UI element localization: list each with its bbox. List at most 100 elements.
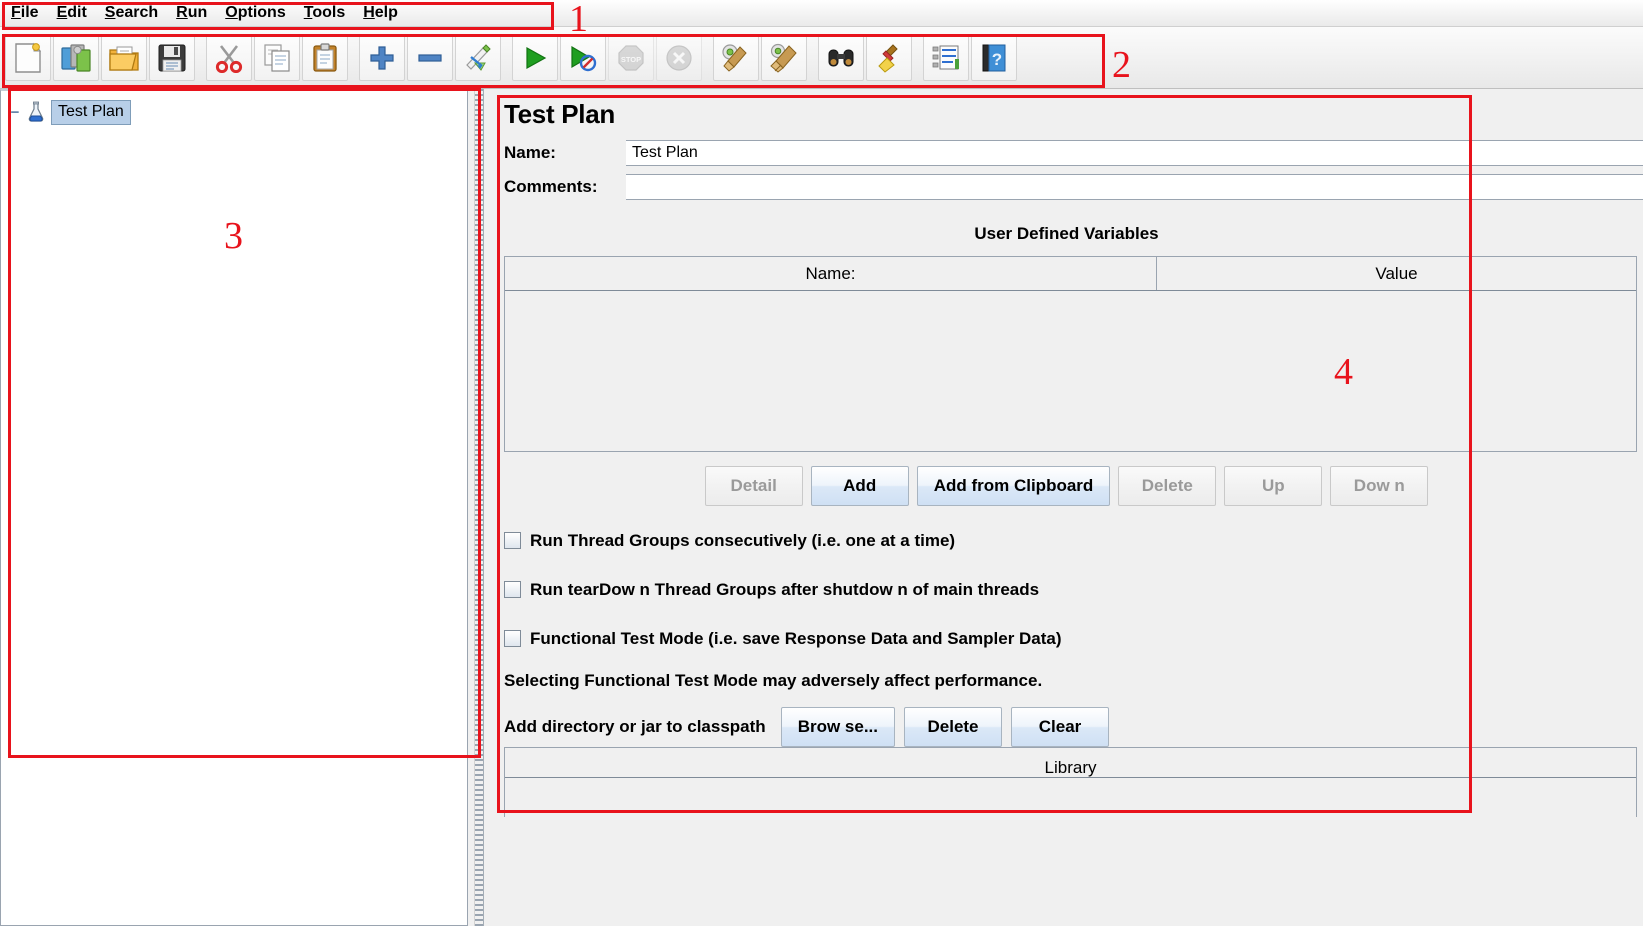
udv-button-row: Detail Add Add from Clipboard Delete Up …	[490, 452, 1643, 516]
menu-mnemonic: F	[11, 4, 21, 21]
clear-broom-icon	[721, 43, 751, 73]
move-up-button: Up	[1224, 466, 1323, 506]
run-teardown-thread-groups-row[interactable]: Run tearDow n Thread Groups after shutdo…	[490, 565, 1643, 614]
comments-field-row: Comments:	[490, 170, 1643, 204]
expand-plus-icon-button[interactable]	[359, 34, 405, 81]
comments-label: Comments:	[504, 177, 598, 196]
menu-label: ools	[312, 4, 346, 21]
column-header-name[interactable]: Name:	[505, 257, 1157, 290]
menu-mnemonic: H	[363, 4, 375, 21]
toggle-pencil-icon	[463, 43, 493, 73]
run-teardown-thread-groups-checkbox[interactable]	[504, 581, 521, 598]
templates-icon-button[interactable]	[53, 34, 99, 81]
save-floppy-icon	[157, 43, 187, 73]
test-plan-tree[interactable]: − Test Plan	[0, 89, 468, 926]
library-table[interactable]: Library	[504, 747, 1637, 817]
start-play-icon-button[interactable]	[512, 34, 558, 81]
move-down-button: Dow n	[1330, 466, 1429, 506]
menu-item-search[interactable]: Search	[96, 1, 167, 25]
test-plan-flask-icon	[25, 101, 47, 123]
split-divider-grip[interactable]	[474, 89, 484, 926]
reset-search-broom-icon	[875, 43, 903, 73]
functional-test-mode-label: Functional Test Mode (i.e. save Response…	[530, 628, 1062, 648]
start-play-icon	[521, 44, 549, 72]
clear-classpath-button[interactable]: Clear	[1011, 707, 1109, 747]
jmeter-window: File Edit Search Run Options Tools Help	[0, 0, 1643, 926]
user-defined-variables-table[interactable]: Name: Value	[504, 256, 1637, 452]
functional-test-mode-checkbox[interactable]	[504, 630, 521, 647]
clear-all-broom-icon	[769, 43, 799, 73]
user-defined-variables-title: User Defined Variables	[974, 224, 1159, 243]
menu-item-edit[interactable]: Edit	[48, 1, 96, 25]
menu-label: earch	[115, 4, 159, 21]
function-helper-list-icon	[931, 45, 961, 71]
cut-scissors-icon-button[interactable]	[206, 34, 252, 81]
menu-label: ile	[20, 4, 39, 21]
function-helper-list-icon-button[interactable]	[923, 34, 969, 81]
menu-mnemonic: O	[225, 4, 238, 21]
add-button[interactable]: Add	[810, 466, 909, 506]
paste-clipboard-icon-button[interactable]	[302, 34, 348, 81]
search-binoculars-icon-button[interactable]	[818, 34, 864, 81]
menu-label: un	[187, 4, 208, 21]
run-thread-groups-consecutively-label: Run Thread Groups consecutively (i.e. on…	[530, 530, 956, 550]
split-divider[interactable]	[468, 89, 490, 926]
classpath-row: Add directory or jar to classpath Brow s…	[490, 697, 1643, 747]
clear-all-broom-icon-button[interactable]	[761, 34, 807, 81]
table-header-row: Name: Value	[505, 257, 1636, 291]
clear-broom-icon-button[interactable]	[713, 34, 759, 81]
collapse-minus-icon-button[interactable]	[407, 34, 453, 81]
shutdown-x-icon	[665, 44, 693, 72]
copy-pages-icon	[262, 43, 292, 73]
column-header-library[interactable]: Library	[505, 748, 1636, 782]
toolbar-separator	[913, 35, 922, 81]
menu-label: dit	[67, 4, 87, 21]
reset-search-broom-icon-button[interactable]	[866, 34, 912, 81]
delete-variable-button: Delete	[1118, 466, 1217, 506]
stop-sign-icon-button: STOP	[608, 34, 654, 81]
comments-input[interactable]	[626, 174, 1643, 200]
templates-icon	[60, 42, 92, 74]
toolbar-separator	[349, 35, 358, 81]
menu-item-file[interactable]: File	[2, 1, 48, 25]
start-no-pauses-icon-button[interactable]	[560, 34, 606, 81]
menu-item-help[interactable]: Help	[354, 1, 407, 25]
menu-label: elp	[374, 4, 398, 21]
tree-node-label[interactable]: Test Plan	[51, 99, 131, 125]
menu-label: ptions	[237, 4, 286, 21]
table-body-empty[interactable]	[505, 291, 1636, 451]
name-input[interactable]	[626, 140, 1643, 166]
functional-test-mode-row[interactable]: Functional Test Mode (i.e. save Response…	[490, 614, 1643, 663]
menu-mnemonic: R	[176, 4, 188, 21]
delete-classpath-button[interactable]: Delete	[904, 707, 1002, 747]
toolbar-separator	[502, 35, 511, 81]
new-test-plan-icon-button[interactable]	[5, 34, 51, 81]
expand-plus-icon	[368, 44, 396, 72]
run-thread-groups-consecutively-row[interactable]: Run Thread Groups consecutively (i.e. on…	[490, 516, 1643, 565]
toggle-pencil-icon-button[interactable]	[455, 34, 501, 81]
help-book-icon-button[interactable]: ?	[971, 34, 1017, 81]
svg-text:?: ?	[992, 50, 1002, 69]
save-floppy-icon-button[interactable]	[149, 34, 195, 81]
menu-item-run[interactable]: Run	[167, 1, 216, 25]
menu-bar: File Edit Search Run Options Tools Help	[0, 0, 1643, 27]
menu-item-tools[interactable]: Tools	[295, 1, 354, 25]
add-from-clipboard-button[interactable]: Add from Clipboard	[916, 466, 1111, 506]
toolbar: STOP ?	[0, 27, 1643, 89]
collapse-minus-icon	[416, 44, 444, 72]
column-header-value[interactable]: Value	[1157, 257, 1636, 290]
svg-text:STOP: STOP	[621, 55, 641, 64]
browse-button[interactable]: Brow se...	[780, 707, 895, 747]
run-thread-groups-consecutively-checkbox[interactable]	[504, 532, 521, 549]
open-folder-icon-button[interactable]	[101, 34, 147, 81]
help-book-icon: ?	[980, 43, 1008, 73]
tree-expand-toggle[interactable]: −	[7, 104, 23, 121]
tree-node-test-plan[interactable]: − Test Plan	[1, 99, 467, 125]
menu-item-options[interactable]: Options	[216, 1, 294, 25]
run-teardown-thread-groups-label: Run tearDow n Thread Groups after shutdo…	[530, 579, 1040, 599]
search-binoculars-icon	[826, 46, 856, 70]
test-plan-config-panel: Test Plan Name: Comments: User Defined V…	[490, 89, 1643, 926]
functional-test-mode-note: Selecting Functional Test Mode may adver…	[504, 671, 1043, 690]
copy-pages-icon-button[interactable]	[254, 34, 300, 81]
name-label: Name:	[504, 143, 556, 162]
